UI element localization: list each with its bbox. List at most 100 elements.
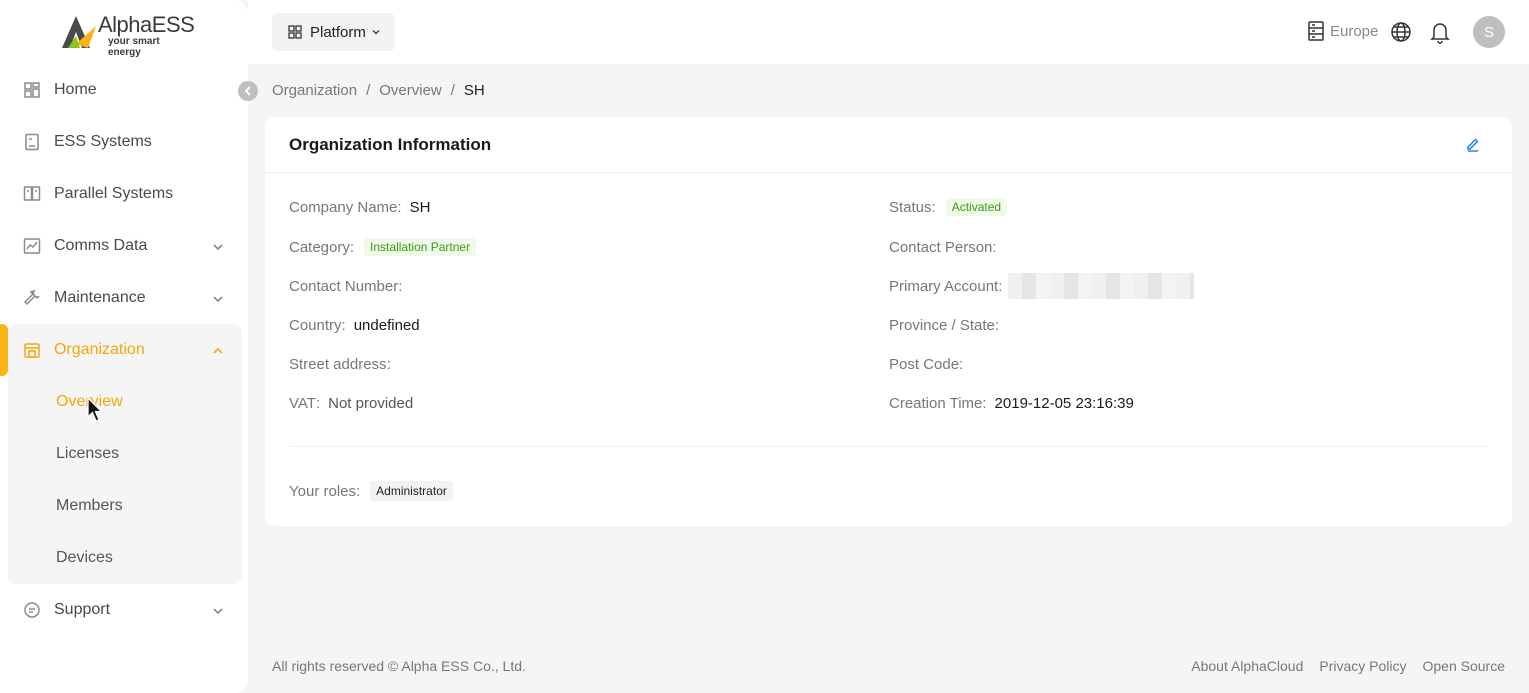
region-selector[interactable]: Europe	[1306, 20, 1378, 42]
sidebar-item-label: Comms Data	[54, 237, 148, 254]
chart-icon	[22, 236, 42, 256]
category-badge: Installation Partner	[364, 238, 477, 256]
organization-info-card: Organization Information Company Name: S…	[265, 117, 1512, 526]
sidebar-item-comms-data[interactable]: Comms Data	[8, 220, 242, 272]
top-header: Platform Europe S	[248, 0, 1529, 64]
field-label: Your roles	[289, 482, 356, 500]
field-company-name: Company Name: SH	[289, 197, 430, 217]
field-vat: VAT: Not provided	[289, 393, 413, 413]
footer-links: About AlphaCloud Privacy Policy Open Sou…	[1191, 658, 1505, 674]
globe-icon[interactable]	[1390, 21, 1412, 43]
sidebar-subitem-members[interactable]: Members	[8, 480, 242, 532]
field-label: Contact Person	[889, 238, 993, 256]
breadcrumb-overview[interactable]: Overview	[379, 82, 442, 99]
sidebar-item-organization[interactable]: Organization	[8, 324, 242, 376]
chat-icon	[22, 600, 42, 620]
colon: :	[349, 238, 355, 256]
field-contact-person: Contact Person:	[889, 237, 1005, 257]
sidebar: AlphaESS your smart energy Home ESS Syst…	[0, 0, 248, 693]
chevron-down-icon	[212, 240, 224, 252]
field-category: Category: Installation Partner	[289, 237, 477, 257]
organization-group: Organization Overview Licenses Members D…	[0, 324, 242, 584]
sidebar-subitem-overview[interactable]: Overview	[8, 376, 242, 428]
field-contact-number: Contact Number:	[289, 276, 410, 296]
field-value: SH	[409, 198, 431, 216]
colon: :	[994, 316, 1000, 334]
field-province: Province / State:	[889, 315, 1007, 335]
field-value: 2019-12-05 23:16:39	[994, 394, 1134, 412]
colon: :	[386, 355, 391, 373]
field-label: VAT	[289, 394, 316, 412]
field-status: Status: Activated	[889, 197, 1008, 217]
sidebar-item-support[interactable]: Support	[8, 584, 242, 636]
chevron-up-icon	[212, 344, 224, 356]
field-label: Creation Time	[889, 394, 983, 412]
avatar[interactable]: S	[1473, 16, 1505, 48]
sidebar-item-maintenance[interactable]: Maintenance	[8, 272, 242, 324]
building-icon	[22, 340, 42, 360]
region-label: Europe	[1330, 22, 1379, 40]
sidebar-item-label: ESS Systems	[54, 133, 152, 150]
breadcrumb-current: SH	[463, 82, 485, 99]
ess-icon	[22, 132, 42, 152]
sidebar-item-label: Maintenance	[54, 289, 146, 306]
field-country: Country: undefined	[289, 315, 420, 335]
chevron-down-icon	[212, 604, 224, 616]
colon: :	[341, 316, 346, 334]
colon: :	[398, 277, 403, 295]
server-icon	[1308, 21, 1324, 41]
alphaess-logo[interactable]: AlphaESS your smart energy	[58, 12, 195, 58]
footer-copyright: All rights reserved © Alpha ESS Co., Ltd…	[272, 658, 526, 674]
active-indicator	[0, 324, 8, 376]
field-label: Status	[889, 198, 932, 216]
logo-mark-icon	[62, 16, 96, 48]
sidebar-subitem-devices[interactable]: Devices	[8, 532, 242, 584]
field-label: Province / State	[889, 316, 995, 334]
sidebar-subitem-licenses[interactable]: Licenses	[8, 428, 242, 480]
field-value: undefined	[353, 316, 420, 334]
footer-link-about[interactable]: About AlphaCloud	[1191, 658, 1303, 674]
sidebar-item-label: Organization	[54, 341, 145, 358]
field-post-code: Post Code:	[889, 354, 971, 374]
edit-icon[interactable]	[1465, 136, 1481, 152]
sidebar-item-parallel-systems[interactable]: Parallel Systems	[8, 168, 242, 220]
field-creation-time: Creation Time: 2019-12-05 23:16:39	[889, 393, 1134, 413]
card-title: Organization Information	[289, 135, 492, 154]
logo-name: AlphaESS	[98, 12, 195, 37]
chevron-left-icon	[244, 86, 251, 96]
logo-tagline: your smart energy	[108, 36, 160, 58]
parallel-icon	[22, 184, 42, 204]
colon: :	[315, 394, 321, 412]
field-label: Primary Account	[889, 277, 999, 295]
field-primary-account: Primary Account:	[889, 273, 1195, 299]
sidebar-item-label: Parallel Systems	[54, 185, 174, 202]
field-roles: Your roles: Administrator	[289, 481, 453, 501]
sidebar-item-ess-systems[interactable]: ESS Systems	[8, 116, 242, 168]
colon: :	[982, 394, 987, 412]
platform-dropdown[interactable]: Platform	[272, 13, 395, 51]
divider	[289, 446, 1488, 447]
colon: :	[959, 355, 964, 373]
chevron-down-icon	[372, 30, 380, 35]
bell-icon[interactable]	[1429, 20, 1451, 44]
field-label: Contact Number	[289, 277, 399, 295]
field-label: Country	[289, 316, 342, 334]
footer-link-open-source[interactable]: Open Source	[1423, 658, 1506, 674]
colon: :	[998, 277, 1003, 295]
sidebar-collapse-button[interactable]	[238, 81, 258, 101]
home-icon	[22, 80, 42, 100]
sidebar-item-home[interactable]: Home	[8, 64, 242, 116]
wrench-icon	[22, 288, 42, 308]
field-value: Not provided	[328, 394, 414, 412]
divider	[265, 172, 1512, 173]
platform-label: Platform	[310, 23, 366, 41]
breadcrumb-separator: /	[366, 82, 371, 99]
sidebar-nav: Home ESS Systems Parallel Systems Comms …	[0, 64, 242, 636]
role-badge: Administrator	[370, 481, 453, 501]
redacted-value	[1008, 273, 1195, 299]
footer-link-privacy[interactable]: Privacy Policy	[1319, 658, 1406, 674]
breadcrumb-organization[interactable]: Organization	[272, 82, 357, 99]
colon: :	[397, 198, 402, 216]
breadcrumb-separator: /	[450, 82, 455, 99]
field-label: Category	[289, 238, 350, 256]
